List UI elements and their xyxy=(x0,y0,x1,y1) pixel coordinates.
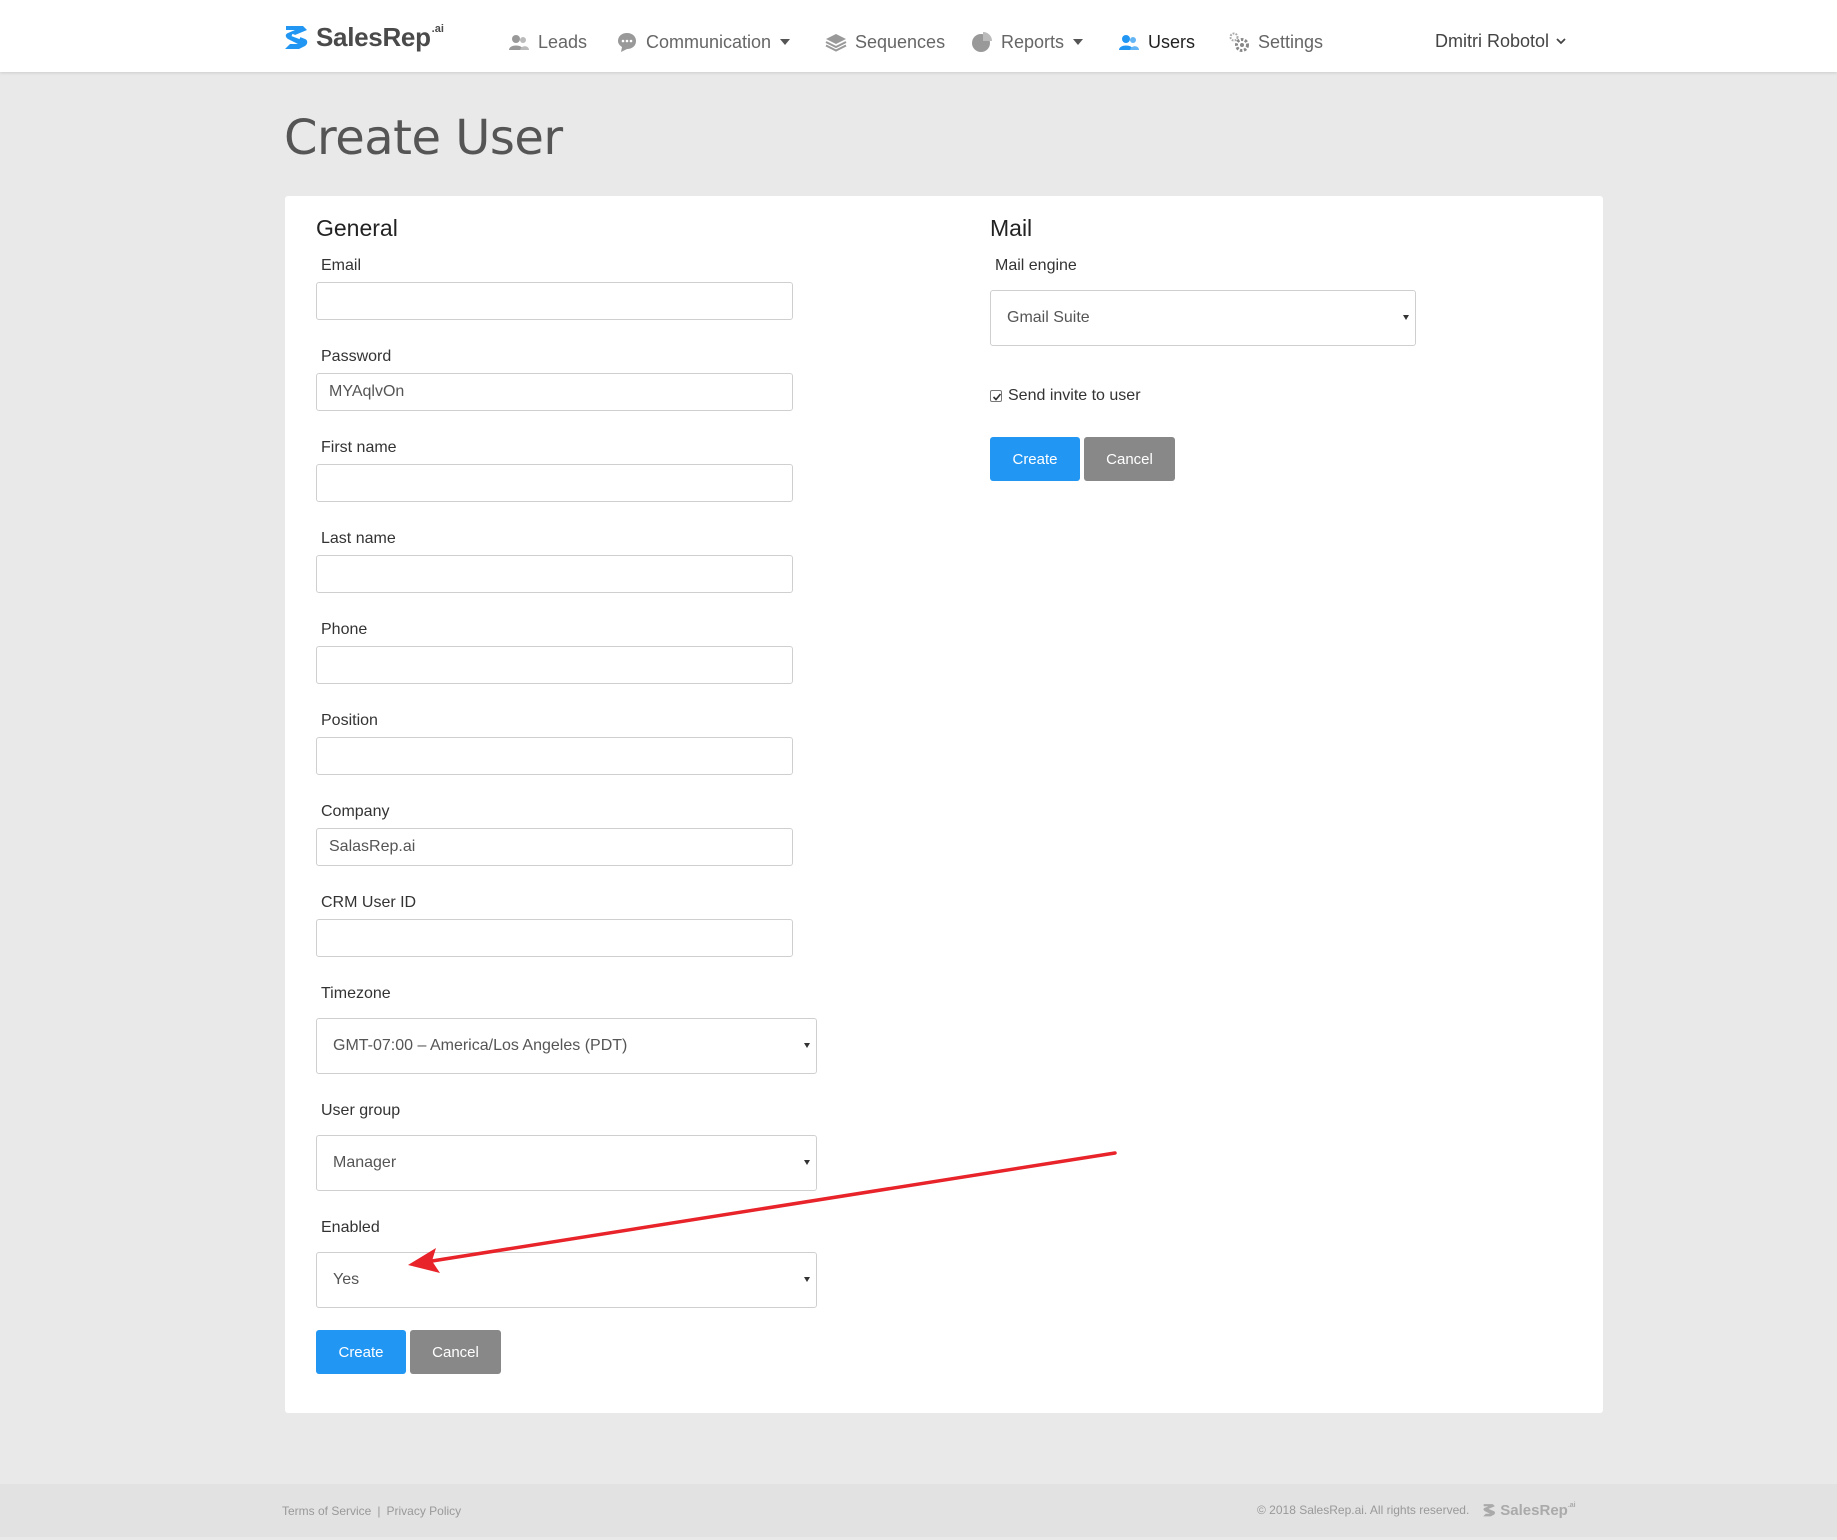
enabled-label: Enabled xyxy=(321,1219,380,1236)
users-icon xyxy=(1119,35,1139,50)
user-menu[interactable]: Dmitri Robotol xyxy=(1435,24,1567,58)
page-title: Create User xyxy=(284,110,563,166)
enabled-select[interactable]: Yes xyxy=(316,1252,817,1308)
footer-logo[interactable]: SalesRep .ai xyxy=(1481,1501,1576,1519)
gear-icon xyxy=(1229,32,1249,52)
nav-label: Settings xyxy=(1258,31,1324,52)
nav-item-sequences[interactable]: Sequences xyxy=(825,24,945,60)
footer-right: © 2018 SalesRep.ai. All rights reserved.… xyxy=(1257,1499,1576,1521)
nav-label: Sequences xyxy=(855,31,946,52)
caret-down-icon xyxy=(1403,315,1409,320)
footer-logo-name: SalesRep xyxy=(1500,1501,1568,1519)
brand-name: SalesRep xyxy=(316,22,431,52)
user-group-value: Manager xyxy=(333,1154,397,1171)
terms-link[interactable]: Terms of Service xyxy=(282,1504,371,1518)
pie-chart-icon xyxy=(972,32,992,52)
email-label: Email xyxy=(321,257,362,274)
nav-label: Reports xyxy=(1001,31,1065,52)
privacy-link[interactable]: Privacy Policy xyxy=(386,1504,461,1518)
caret-down-icon xyxy=(804,1043,810,1048)
timezone-select[interactable]: GMT-07:00 – America/Los Angeles (PDT) xyxy=(316,1018,817,1074)
mail-engine-value: Gmail Suite xyxy=(1007,309,1090,326)
email-input[interactable] xyxy=(316,282,793,320)
footer-links: Terms of Service | Privacy Policy xyxy=(282,1504,461,1518)
password-label: Password xyxy=(321,348,392,365)
nav-label: Users xyxy=(1148,31,1196,52)
nav-label: Leads xyxy=(538,31,588,52)
send-invite-checkbox[interactable] xyxy=(990,390,1002,402)
user-name: Dmitri Robotol xyxy=(1435,30,1550,51)
nav-item-communication[interactable]: Communication xyxy=(616,24,791,60)
brand-suffix: .ai xyxy=(431,23,444,35)
user-group-select[interactable]: Manager xyxy=(316,1135,817,1191)
chat-bubble-icon xyxy=(618,33,636,52)
layers-icon xyxy=(825,34,847,52)
mail-engine-label: Mail engine xyxy=(995,257,1077,274)
caret-down-icon xyxy=(1073,39,1084,45)
brand-logo[interactable]: SalesRep .ai xyxy=(281,22,444,52)
caret-down-icon xyxy=(804,1160,810,1165)
nav-item-users[interactable]: Users xyxy=(1118,24,1195,60)
caret-down-icon xyxy=(804,1277,810,1282)
timezone-value: GMT-07:00 – America/Los Angeles (PDT) xyxy=(333,1037,628,1054)
create-user-card: General Email Password First name Last n… xyxy=(285,196,1603,1413)
last-name-input[interactable] xyxy=(316,555,793,593)
mail-create-button[interactable]: Create xyxy=(990,437,1080,481)
send-invite-row[interactable]: Send invite to user xyxy=(990,387,1141,405)
company-input[interactable] xyxy=(316,828,793,866)
general-create-button[interactable]: Create xyxy=(316,1330,406,1374)
phone-input[interactable] xyxy=(316,646,793,684)
general-cancel-button[interactable]: Cancel xyxy=(410,1330,501,1374)
position-label: Position xyxy=(321,712,378,729)
chevron-down-icon xyxy=(1556,38,1566,45)
salesrep-logo-icon xyxy=(285,26,308,49)
nav-label: Communication xyxy=(646,31,772,52)
caret-down-icon xyxy=(780,39,791,45)
phone-label: Phone xyxy=(321,621,368,638)
password-input[interactable] xyxy=(316,373,793,411)
footer: Terms of Service | Privacy Policy © 2018… xyxy=(0,1484,1837,1537)
mail-cancel-button[interactable]: Cancel xyxy=(1084,437,1175,481)
send-invite-label: Send invite to user xyxy=(1008,387,1141,404)
mail-section-title: Mail xyxy=(990,215,1033,241)
first-name-input[interactable] xyxy=(316,464,793,502)
crm-user-id-input[interactable] xyxy=(316,919,793,957)
company-label: Company xyxy=(321,803,390,820)
general-section-title: General xyxy=(316,215,398,241)
top-navbar: SalesRep .ai Leads Communication Sequenc… xyxy=(0,0,1837,72)
nav-item-settings[interactable]: Settings xyxy=(1228,24,1323,60)
nav-item-leads[interactable]: Leads xyxy=(508,24,587,60)
mail-engine-select[interactable]: Gmail Suite xyxy=(990,290,1416,346)
timezone-label: Timezone xyxy=(321,985,391,1002)
first-name-label: First name xyxy=(321,439,397,456)
nav-item-reports[interactable]: Reports xyxy=(971,24,1084,60)
crm-user-id-label: CRM User ID xyxy=(321,894,417,911)
footer-logo-suffix: .ai xyxy=(1567,1501,1576,1509)
users-icon xyxy=(509,35,529,50)
last-name-label: Last name xyxy=(321,530,396,547)
position-input[interactable] xyxy=(316,737,793,775)
enabled-value: Yes xyxy=(333,1271,360,1288)
checkmark-icon xyxy=(992,393,1002,401)
user-group-label: User group xyxy=(321,1102,401,1119)
copyright-text: © 2018 SalesRep.ai. All rights reserved. xyxy=(1257,1503,1470,1517)
footer-separator: | xyxy=(377,1504,381,1518)
salesrep-logo-icon xyxy=(1483,1504,1496,1517)
